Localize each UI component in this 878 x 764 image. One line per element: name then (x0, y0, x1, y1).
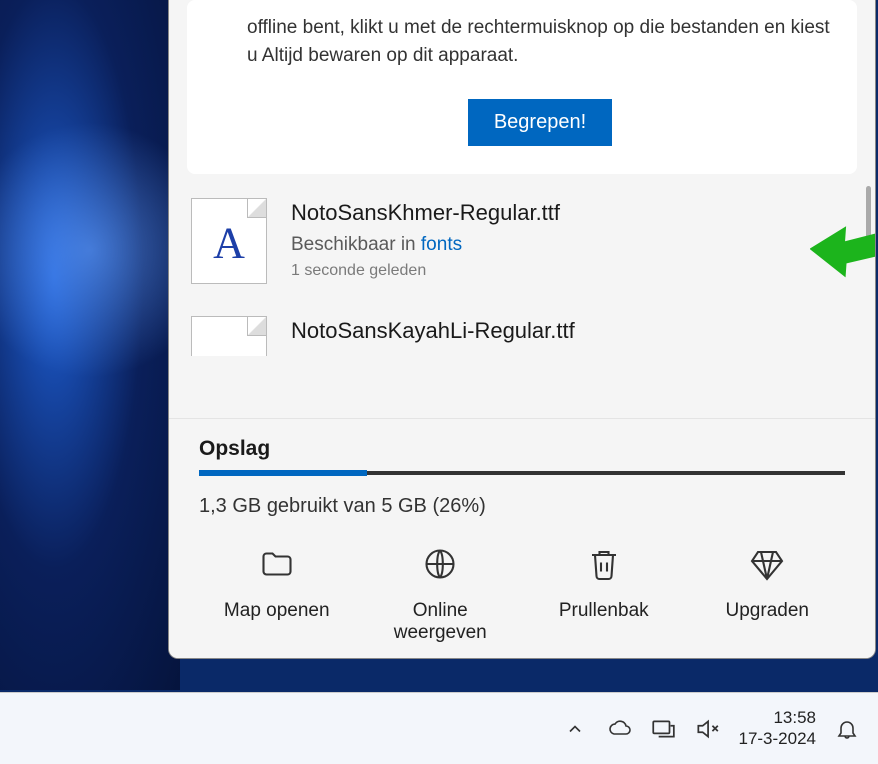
view-online-label: Online weergeven (394, 600, 487, 643)
file-location-prefix: Beschikbaar in (291, 234, 421, 255)
folder-icon (259, 546, 295, 582)
acknowledge-button[interactable]: Begrepen! (468, 99, 612, 146)
font-file-icon (191, 316, 267, 356)
upgrade-label: Upgraden (726, 600, 809, 621)
taskbar-clock[interactable]: 13:58 17-3-2024 (738, 708, 816, 749)
upgrade-button[interactable]: Upgraden (690, 540, 846, 650)
file-name: NotoSansKayahLi-Regular.ttf (291, 316, 853, 344)
recycle-bin-button[interactable]: Prullenbak (526, 540, 682, 650)
desktop-background (0, 0, 180, 690)
info-text: offline bent, klikt u met de rechtermuis… (247, 0, 833, 69)
onedrive-panel: offline bent, klikt u met de rechtermuis… (168, 0, 876, 659)
volume-muted-tray-icon[interactable] (694, 716, 720, 742)
file-name: NotoSansKhmer-Regular.ttf (291, 198, 853, 226)
recycle-bin-label: Prullenbak (559, 600, 649, 621)
recent-file-list: A NotoSansKhmer-Regular.ttf Beschikbaar … (187, 194, 857, 356)
tray-overflow-button[interactable] (562, 716, 588, 742)
file-time: 1 seconde geleden (291, 262, 853, 280)
onedrive-tray-icon[interactable] (606, 716, 632, 742)
taskbar-date: 17-3-2024 (738, 729, 816, 749)
notifications-tray-icon[interactable] (834, 716, 860, 742)
scrollbar-thumb[interactable] (866, 186, 871, 246)
storage-title: Opslag (199, 437, 845, 461)
view-online-button[interactable]: Online weergeven (363, 540, 519, 650)
diamond-icon (749, 546, 785, 582)
globe-icon (422, 546, 458, 582)
trash-icon (586, 546, 622, 582)
taskbar-time: 13:58 (738, 708, 816, 728)
file-item[interactable]: A NotoSansKhmer-Regular.ttf Beschikbaar … (187, 194, 857, 312)
file-location-link[interactable]: fonts (421, 234, 462, 255)
font-file-icon: A (191, 198, 267, 284)
open-folder-button[interactable]: Map openen (199, 540, 355, 650)
file-location: Beschikbaar in fonts (291, 234, 853, 256)
storage-usage-text: 1,3 GB gebruikt van 5 GB (26%) (199, 495, 845, 518)
action-row: Map openen Online weergeven Prullenbak U… (199, 540, 845, 650)
open-folder-label: Map openen (224, 600, 330, 621)
storage-progressbar-fill (199, 470, 367, 476)
taskbar: 13:58 17-3-2024 (0, 692, 878, 764)
storage-progressbar (199, 471, 845, 475)
info-card: offline bent, klikt u met de rechtermuis… (187, 0, 857, 174)
network-tray-icon[interactable] (650, 716, 676, 742)
file-item[interactable]: NotoSansKayahLi-Regular.ttf (187, 312, 857, 356)
storage-panel: Opslag 1,3 GB gebruikt van 5 GB (26%) Ma… (169, 418, 875, 658)
